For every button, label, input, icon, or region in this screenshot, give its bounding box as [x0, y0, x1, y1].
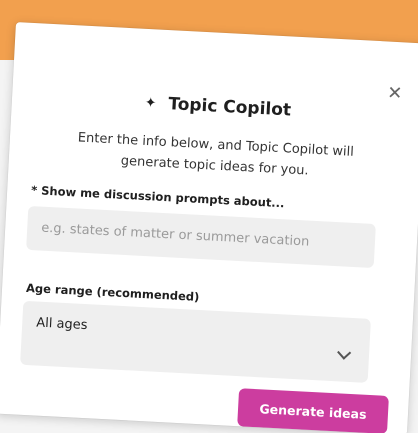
chevron-down-icon	[337, 345, 352, 360]
dialog-subtitle: Enter the info below, and Topic Copilot …	[77, 130, 355, 179]
sparkle-icon: ✦	[144, 94, 157, 112]
age-range-label: Age range (recommended)	[25, 280, 200, 304]
close-icon[interactable]: ✕	[386, 83, 403, 105]
dialog-title: Topic Copilot	[167, 94, 292, 121]
generate-ideas-button[interactable]: Generate ideas	[237, 388, 389, 433]
age-range-value: All ages	[35, 315, 88, 334]
dialog-title-row: ✦ Topic Copilot	[12, 86, 418, 128]
topic-field-label: * Show me discussion prompts about...	[30, 183, 285, 211]
topic-input-placeholder: e.g. states of matter or summer vacation	[40, 220, 310, 250]
topic-input[interactable]: e.g. states of matter or summer vacation	[26, 205, 376, 269]
dialog-viewport: ✕ ✦ Topic Copilot Enter the info below, a…	[0, 0, 418, 433]
topic-copilot-dialog: ✕ ✦ Topic Copilot Enter the info below, a…	[0, 22, 418, 433]
age-range-select[interactable]: All ages	[20, 300, 371, 383]
